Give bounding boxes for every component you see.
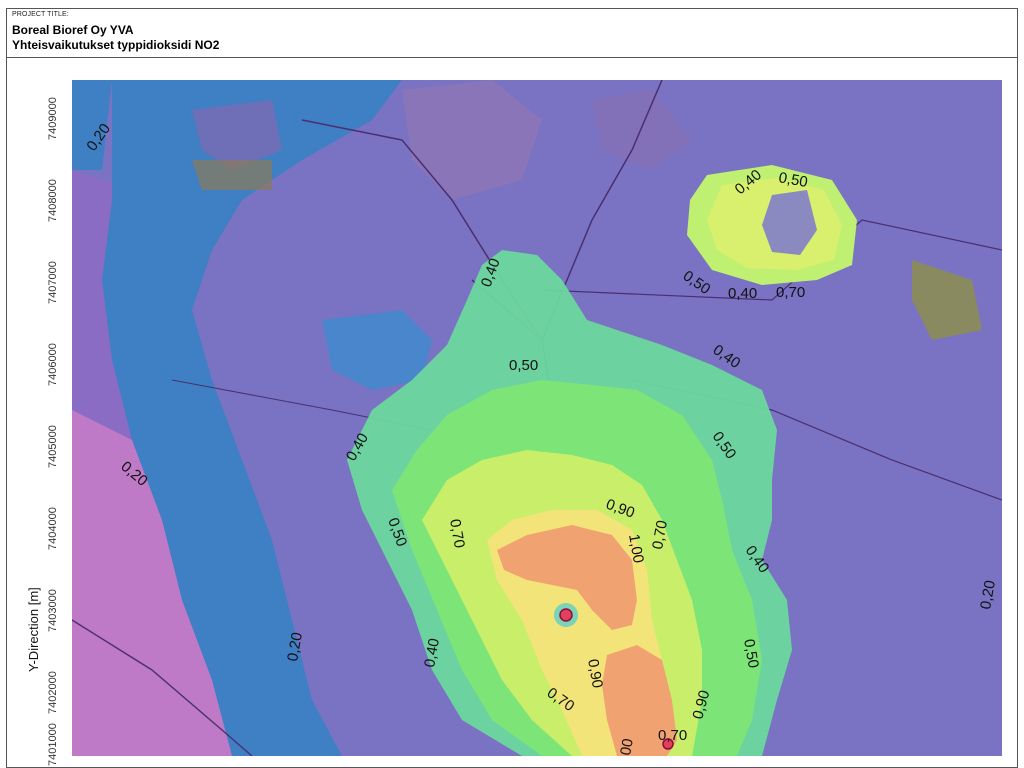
y-tick-label: 7404000: [47, 507, 59, 550]
y-tick-label: 7408000: [47, 179, 59, 222]
contour-label: 0,40: [728, 285, 757, 302]
y-tick-label: 7406000: [47, 343, 59, 386]
contour-label: 0,50: [509, 357, 538, 374]
y-tick-label: 7401000: [47, 723, 59, 766]
map-area[interactable]: 0,20 0,20 0,20 0,20 0,40 0,40 0,40 0,40 …: [72, 80, 1002, 756]
y-tick-label: 7403000: [47, 589, 59, 632]
contour-label: 0,70: [776, 284, 805, 301]
y-tick-label: 7402000: [47, 671, 59, 714]
y-tick-label: 7405000: [47, 425, 59, 468]
contour-label: 00: [617, 737, 637, 756]
project-title: Boreal Bioref Oy YVA: [12, 23, 134, 37]
title-block: PROJECT TITLE: Boreal Bioref Oy YVA Yhte…: [6, 8, 1018, 58]
emission-source-icon[interactable]: [559, 608, 573, 622]
contour-label: 0,70: [658, 727, 687, 744]
y-tick-label: 7407000: [47, 261, 59, 304]
y-tick-label: 7409000: [47, 97, 59, 140]
y-axis-title: Y-Direction [m]: [26, 587, 41, 672]
field-patch: [192, 160, 272, 190]
concentration-map: 0,20 0,20 0,20 0,20 0,40 0,40 0,40 0,40 …: [72, 80, 1002, 756]
project-subtitle: Yhteisvaikutukset typpidioksidi NO2: [12, 38, 220, 52]
project-title-label: PROJECT TITLE:: [12, 11, 69, 18]
